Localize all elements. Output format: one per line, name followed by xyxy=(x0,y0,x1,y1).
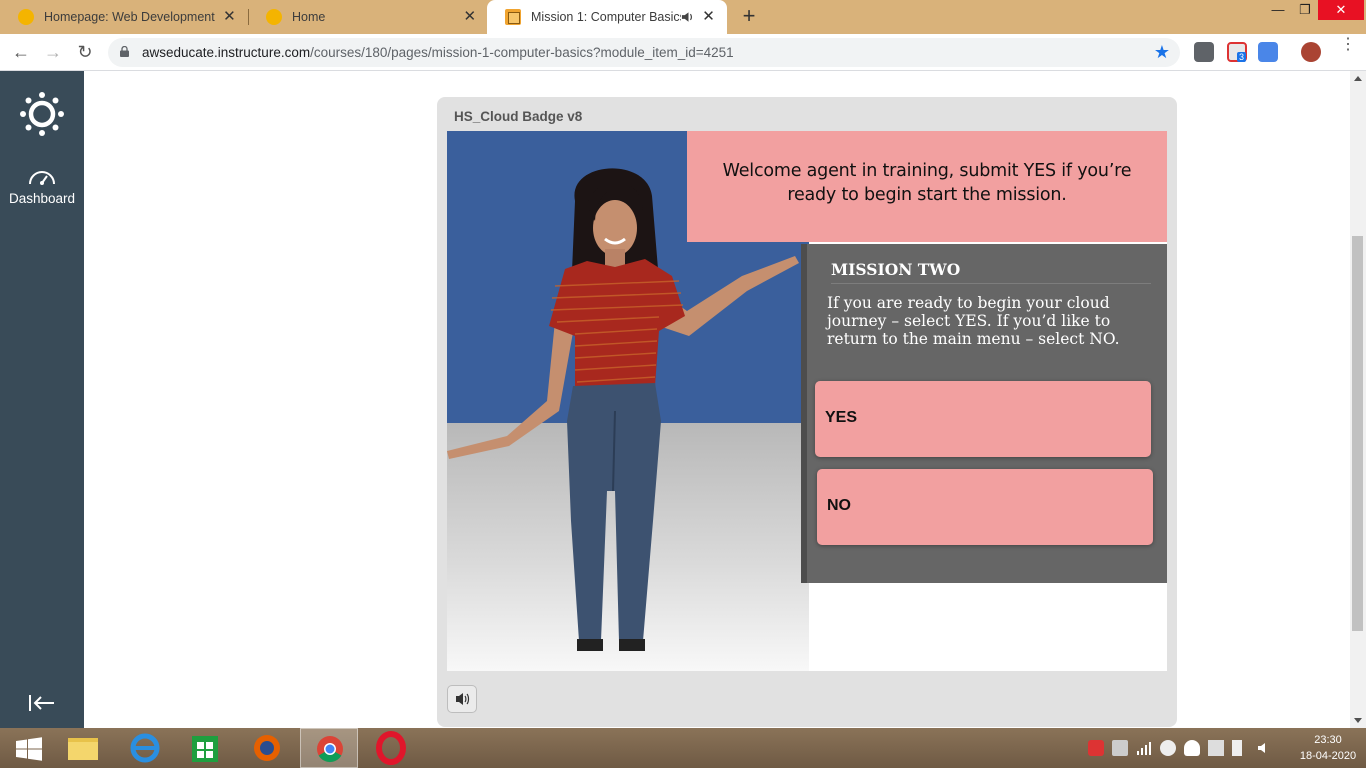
collapse-sidebar-icon[interactable] xyxy=(28,693,56,713)
speech-bubble-text: Welcome agent in training, submit YES if… xyxy=(722,161,1132,205)
storyline-player: HS_Cloud Badge v8 Welcome agent in train… xyxy=(437,97,1177,727)
tab-label: Mission 1: Computer Basics: xyxy=(531,10,681,24)
chrome-icon xyxy=(317,736,343,763)
tab-favicon-icon xyxy=(18,9,34,25)
tray-signal-icon[interactable] xyxy=(1136,740,1152,756)
file-explorer-icon[interactable] xyxy=(54,728,112,768)
new-tab-plus-icon[interactable]: + xyxy=(738,5,760,27)
extension-red-icon[interactable]: 3 xyxy=(1227,42,1247,62)
tab-close-icon[interactable]: ✕ xyxy=(462,8,478,26)
aws-box-favicon-icon xyxy=(505,9,521,25)
extension-badge: 3 xyxy=(1237,52,1247,62)
mission-instructions: If you are ready to begin your cloud jou… xyxy=(827,294,1120,348)
google-translate-icon[interactable] xyxy=(1258,42,1278,62)
windows-start-icon[interactable] xyxy=(0,728,58,768)
clock-date: 18-04-2020 xyxy=(1299,750,1357,762)
dashboard-nav-label[interactable]: Dashboard xyxy=(0,191,84,206)
url-path: /courses/180/pages/mission-1-computer-ba… xyxy=(310,45,734,60)
windows-taskbar: 23:30 18-04-2020 xyxy=(0,728,1366,768)
taskbar-clock[interactable]: 23:30 18-04-2020 xyxy=(1296,732,1360,764)
slide-stage: Welcome agent in training, submit YES if… xyxy=(447,131,1167,671)
tab-audio-icon[interactable] xyxy=(681,10,694,24)
tray-monitor-icon[interactable] xyxy=(1112,740,1128,756)
lms-sidebar: Dashboard xyxy=(0,71,84,728)
back-arrow-icon[interactable]: ← xyxy=(9,40,33,64)
tab-homepage[interactable]: Homepage: Web Development E ✕ xyxy=(0,0,248,34)
internet-explorer-icon[interactable] xyxy=(116,728,174,768)
minimize-icon[interactable]: — xyxy=(1263,0,1293,20)
mission-title: MISSION TWO xyxy=(831,260,1151,284)
speech-bubble: Welcome agent in training, submit YES if… xyxy=(687,131,1167,242)
tab-home[interactable]: Home ✕ xyxy=(248,0,488,34)
speaker-icon xyxy=(456,693,470,705)
tab-favicon-icon xyxy=(266,9,282,25)
profile-avatar-icon[interactable] xyxy=(1301,42,1321,62)
bookmark-star-icon[interactable]: ★ xyxy=(1154,42,1170,63)
tray-volume-icon[interactable] xyxy=(1256,740,1272,756)
yes-button[interactable]: YES xyxy=(815,381,1151,457)
scroll-down-arrow-icon[interactable] xyxy=(1354,718,1362,723)
forward-arrow-icon[interactable]: → xyxy=(41,40,65,64)
page-scrollbar[interactable] xyxy=(1350,71,1366,728)
tab-close-icon[interactable]: ✕ xyxy=(700,8,717,26)
url-host: awseducate.instructure.com xyxy=(142,45,311,60)
no-button-label: NO xyxy=(827,497,851,514)
address-bar[interactable]: awseducate.instructure.com/courses/180/p… xyxy=(108,38,1180,67)
tray-network-icon[interactable] xyxy=(1160,740,1176,756)
volume-button[interactable] xyxy=(447,685,477,713)
browser-menu-icon[interactable]: ⋮ xyxy=(1340,37,1356,62)
scroll-up-arrow-icon[interactable] xyxy=(1354,76,1362,81)
store-icon[interactable] xyxy=(176,728,234,768)
yes-button-label: YES xyxy=(825,409,858,426)
url-text: awseducate.instructure.com/courses/180/p… xyxy=(142,45,734,60)
tray-disconnected-icon[interactable] xyxy=(1208,740,1224,756)
player-title: HS_Cloud Badge v8 xyxy=(454,109,583,124)
tray-battery-icon[interactable] xyxy=(1232,740,1242,756)
lock-icon[interactable] xyxy=(120,46,129,57)
reload-icon[interactable]: ↻ xyxy=(73,40,97,64)
canvas-logo-icon[interactable] xyxy=(20,92,64,136)
tab-label: Home xyxy=(292,10,326,24)
firefox-icon[interactable] xyxy=(238,728,296,768)
tab-close-icon[interactable]: ✕ xyxy=(221,8,238,26)
opera-icon[interactable] xyxy=(362,728,420,768)
restore-icon[interactable]: ❐ xyxy=(1290,0,1320,20)
extension-puzzle-icon[interactable] xyxy=(1194,42,1214,62)
tab-mission-1[interactable]: Mission 1: Computer Basics: ✕ xyxy=(487,0,727,34)
mission-panel: MISSION TWO If you are ready to begin yo… xyxy=(801,244,1167,583)
scrollbar-thumb[interactable] xyxy=(1352,236,1363,631)
dashboard-gauge-icon[interactable] xyxy=(28,167,56,187)
chrome-taskbar-item[interactable] xyxy=(300,728,358,768)
tab-label: Homepage: Web Development E xyxy=(44,10,215,24)
tray-antivirus-icon[interactable] xyxy=(1088,740,1104,756)
browser-toolbar: ← → ↻ awseducate.instructure.com/courses… xyxy=(0,34,1366,71)
browser-tab-strip: Homepage: Web Development E ✕ Home ✕ Mis… xyxy=(0,0,1366,34)
tray-cloud-icon[interactable] xyxy=(1184,740,1200,756)
clock-time: 23:30 xyxy=(1314,734,1342,746)
no-button[interactable]: NO xyxy=(817,469,1153,545)
window-close-icon[interactable]: ✕ xyxy=(1318,0,1364,20)
